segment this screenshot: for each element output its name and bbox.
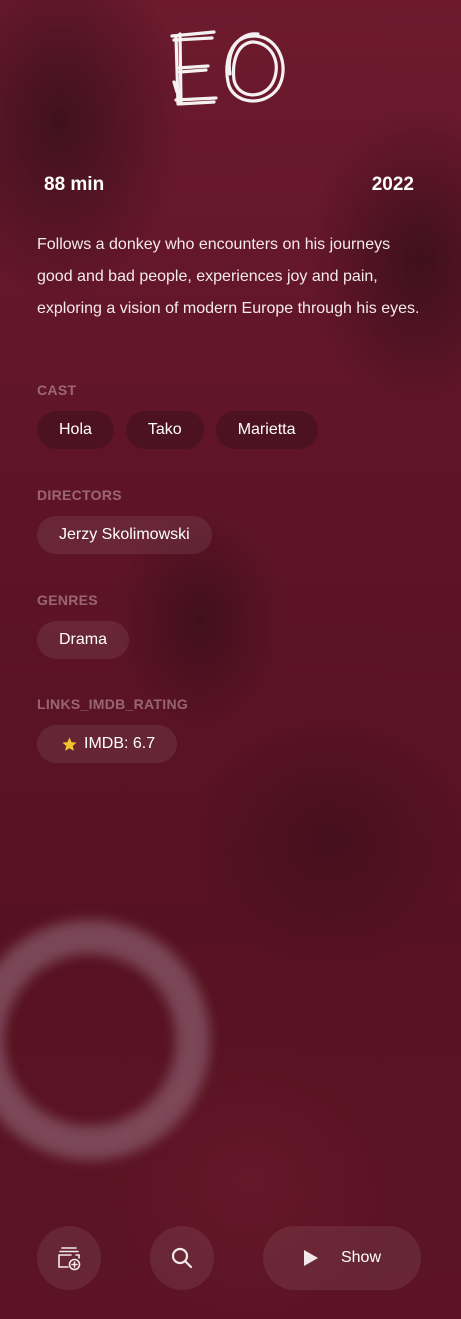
directors-label: DIRECTORS: [37, 487, 122, 503]
svg-text:EO: EO: [168, 22, 170, 23]
movie-logo: EO: [168, 22, 285, 106]
add-to-watchlist-button[interactable]: [37, 1226, 101, 1290]
movie-details: EO 88 min 2022 Follows a donkey who enco…: [0, 0, 461, 1319]
cast-chip[interactable]: Marietta: [215, 411, 318, 449]
search-icon: [171, 1247, 193, 1269]
play-icon: [303, 1250, 318, 1266]
imdb-rating-text: IMDB: 6.7: [84, 735, 156, 752]
cast-list: Hola Tako Marietta: [37, 411, 318, 449]
genres-label: GENRES: [37, 592, 98, 608]
cast-label: CAST: [37, 382, 77, 398]
directors-list: Jerzy Skolimowski: [37, 516, 212, 554]
rating-label: LINKS_IMDB_RATING: [37, 696, 189, 712]
show-button-label: Show: [340, 1249, 382, 1266]
cast-chip[interactable]: Hola: [37, 411, 114, 449]
add-to-watchlist-icon: [58, 1247, 81, 1271]
director-chip[interactable]: Jerzy Skolimowski: [37, 516, 212, 554]
star-icon: [62, 736, 77, 751]
year-text: 2022: [371, 174, 414, 195]
duration-text: 88 min: [44, 174, 105, 195]
genre-chip[interactable]: Drama: [37, 621, 130, 659]
imdb-rating-chip[interactable]: IMDB: 6.7: [37, 725, 178, 763]
cast-chip[interactable]: Tako: [125, 411, 204, 449]
rating-list: IMDB: 6.7: [37, 725, 178, 763]
movie-description: Follows a donkey who encounters on his j…: [37, 236, 420, 317]
genres-list: Drama: [37, 621, 130, 659]
search-button[interactable]: [150, 1226, 214, 1290]
show-button[interactable]: Show: [263, 1226, 421, 1290]
